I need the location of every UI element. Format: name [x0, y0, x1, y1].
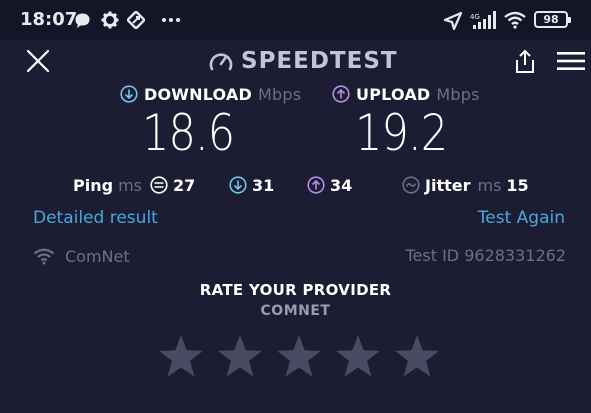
- menu-icon[interactable]: [557, 51, 585, 71]
- ping-label: Ping ms: [73, 172, 142, 198]
- download-value: 18.6: [142, 104, 235, 162]
- ping-idle: 27: [150, 172, 195, 198]
- app-icon: [127, 11, 145, 29]
- close-icon[interactable]: [26, 49, 50, 73]
- ping-upload-icon: [307, 176, 325, 194]
- star-rating: [158, 334, 440, 380]
- ping-upload-value: 34: [330, 175, 353, 195]
- ping-idle-icon: [150, 176, 168, 194]
- gauge-icon: [209, 53, 233, 71]
- status-time: 18:07: [20, 9, 78, 30]
- jitter-unit: ms: [477, 175, 502, 195]
- status-bar: 18:07 4G 98: [0, 0, 591, 40]
- battery-icon: 98: [534, 11, 571, 28]
- share-icon[interactable]: [513, 49, 537, 74]
- ping-upload: 34: [307, 172, 352, 198]
- upload-unit: Mbps: [436, 84, 480, 104]
- upload-value: 19.2: [355, 104, 448, 162]
- star-icon[interactable]: [158, 334, 204, 380]
- jitter: Jitter ms 15: [402, 172, 529, 198]
- location-icon: [443, 11, 463, 31]
- star-icon[interactable]: [394, 334, 440, 380]
- svg-text:4G: 4G: [470, 13, 480, 21]
- arrow-up-circle-icon: [332, 85, 350, 103]
- ping-download-icon: [229, 176, 247, 194]
- ping-unit: ms: [118, 175, 142, 195]
- ping-idle-value: 27: [173, 175, 196, 195]
- chat-icon: [75, 13, 90, 28]
- upload-title: UPLOAD: [356, 84, 431, 104]
- rate-provider-name: COMNET: [260, 303, 331, 319]
- battery-level: 98: [543, 13, 559, 26]
- app-brand: SPEEDTEST: [208, 48, 398, 74]
- download-title: DOWNLOAD: [144, 84, 252, 104]
- jitter-title: Jitter: [425, 175, 471, 195]
- test-again-link[interactable]: Test Again: [478, 208, 565, 228]
- star-icon[interactable]: [335, 334, 381, 380]
- download-unit: Mbps: [257, 84, 302, 104]
- signal-icon: 4G: [470, 11, 496, 29]
- detailed-result-link[interactable]: Detailed result: [33, 208, 158, 228]
- wifi-icon: [33, 248, 55, 264]
- ping-download: 31: [229, 172, 274, 198]
- star-icon[interactable]: [276, 334, 322, 380]
- ping-title: Ping: [73, 175, 114, 195]
- star-icon[interactable]: [217, 334, 263, 380]
- upload-label: UPLOAD Mbps: [332, 84, 480, 104]
- arrow-down-circle-icon: [120, 85, 138, 103]
- download-label: DOWNLOAD Mbps: [120, 84, 301, 104]
- wifi-icon: [504, 11, 526, 29]
- gear-icon: [101, 11, 119, 29]
- more-icon: [162, 18, 180, 22]
- app-title: SPEEDTEST: [241, 48, 398, 74]
- rate-provider-title: RATE YOUR PROVIDER: [199, 281, 392, 299]
- test-id: Test ID 9628331262: [405, 246, 566, 265]
- ping-download-value: 31: [252, 175, 275, 195]
- jitter-icon: [402, 176, 420, 194]
- connection-info: ComNet: [33, 245, 130, 267]
- provider-name: ComNet: [65, 246, 130, 266]
- jitter-value: 15: [506, 175, 529, 195]
